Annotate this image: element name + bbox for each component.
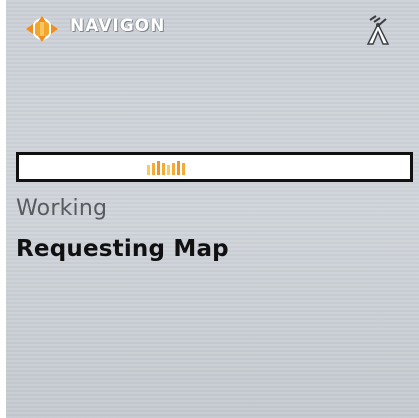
progress-bar <box>16 152 413 182</box>
progress-activity-indicator <box>147 161 185 175</box>
status-message: Requesting Map <box>16 236 229 262</box>
navigation-screen: NAVIGON Working Requesting Map <box>6 0 419 418</box>
navigon-logo-icon <box>26 16 58 42</box>
header-bar: NAVIGON <box>6 0 419 50</box>
progress-indicator-bar <box>147 165 150 175</box>
progress-indicator-bar <box>172 163 175 175</box>
progress-indicator-bar <box>167 165 170 175</box>
status-label: Working <box>16 196 108 221</box>
gps-satellite-icon <box>366 15 390 45</box>
progress-indicator-bar <box>152 163 155 175</box>
brand-name: NAVIGON <box>70 16 166 36</box>
progress-indicator-bar <box>177 161 180 175</box>
progress-indicator-bar <box>162 163 165 175</box>
progress-indicator-bar <box>157 161 160 175</box>
progress-indicator-bar <box>182 163 185 175</box>
